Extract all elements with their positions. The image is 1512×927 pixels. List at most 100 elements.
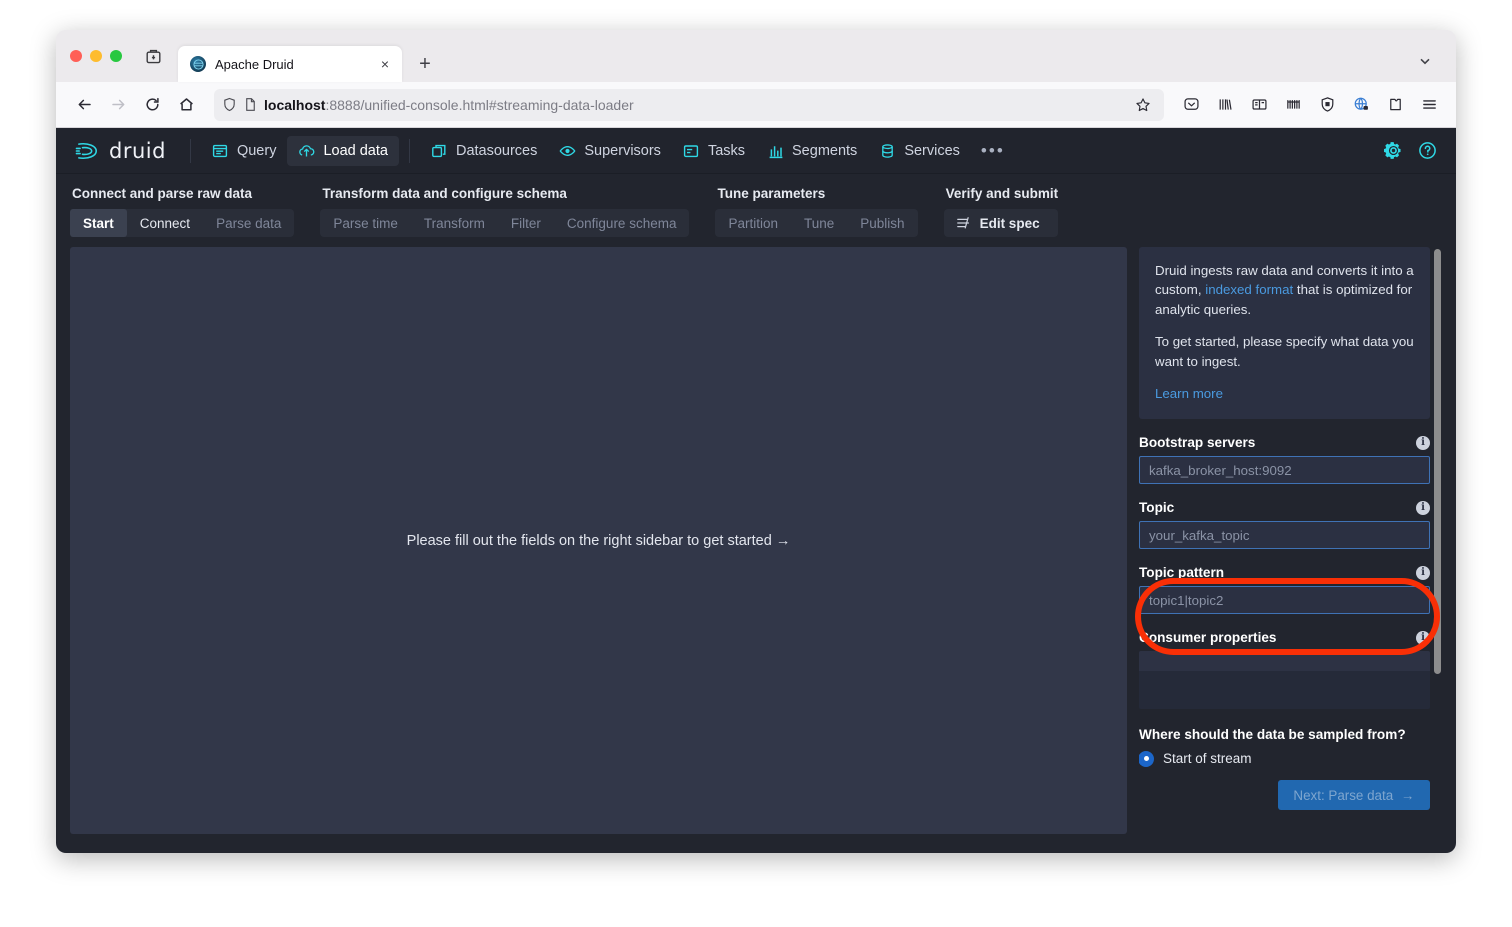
services-db-icon: [879, 142, 896, 159]
url-host: localhost: [264, 97, 325, 113]
step-group-title: Connect and parse raw data: [70, 186, 294, 201]
pocket-icon[interactable]: [1176, 90, 1206, 120]
sidebar-toggle-icon[interactable]: [136, 30, 170, 82]
maximize-window-button[interactable]: [110, 50, 122, 62]
ublock-shield-icon[interactable]: [1312, 90, 1342, 120]
page-icon: [243, 97, 258, 112]
field-label: Topic pattern i: [1139, 565, 1430, 580]
step-publish[interactable]: Publish: [847, 209, 917, 237]
indexed-format-link[interactable]: indexed format: [1205, 282, 1293, 297]
step-button-row: Start Connect Parse data: [70, 209, 294, 237]
chevron-down-icon[interactable]: [1410, 46, 1440, 76]
step-start[interactable]: Start: [70, 209, 127, 237]
step-filter[interactable]: Filter: [498, 209, 554, 237]
containers-icon[interactable]: [1278, 90, 1308, 120]
nav-more-button[interactable]: •••: [971, 136, 1015, 166]
step-parse-time[interactable]: Parse time: [320, 209, 411, 237]
browser-window: Apache Druid × +: [56, 30, 1456, 853]
edit-spec-button[interactable]: Edit spec: [944, 209, 1059, 237]
home-icon[interactable]: [170, 89, 202, 121]
extension-puzzle-icon[interactable]: [1380, 90, 1410, 120]
learn-more-link[interactable]: Learn more: [1155, 386, 1223, 401]
nav-item-segments[interactable]: Segments: [756, 136, 868, 166]
nav-label-services: Services: [904, 143, 960, 159]
nav-label-load-data: Load data: [323, 143, 388, 159]
extension-toolbar: [1176, 90, 1444, 120]
info-icon[interactable]: i: [1416, 501, 1430, 515]
nav-item-services[interactable]: Services: [868, 136, 971, 166]
step-connect[interactable]: Connect: [127, 209, 203, 237]
step-group-title: Verify and submit: [944, 186, 1059, 201]
field-topic-pattern: Topic pattern i topic1|topic2: [1139, 565, 1430, 614]
datasources-icon: [431, 142, 448, 159]
consumer-properties-editor[interactable]: [1139, 651, 1430, 709]
help-icon[interactable]: [1414, 138, 1440, 164]
bookmark-star-icon[interactable]: [1130, 92, 1156, 118]
next-button-label: Next: Parse data: [1293, 788, 1393, 803]
query-icon: [212, 142, 229, 159]
info-paragraph-1: Druid ingests raw data and converts it i…: [1155, 261, 1414, 319]
step-partition[interactable]: Partition: [715, 209, 791, 237]
nav-item-supervisors[interactable]: Supervisors: [548, 136, 672, 166]
nav-item-datasources[interactable]: Datasources: [420, 136, 548, 166]
field-label: Consumer properties i: [1139, 630, 1430, 645]
step-parse-data[interactable]: Parse data: [203, 209, 294, 237]
scrollbar-thumb[interactable]: [1434, 249, 1441, 674]
field-label: Topic i: [1139, 500, 1430, 515]
step-transform[interactable]: Transform: [411, 209, 498, 237]
radio-start-of-stream[interactable]: Start of stream: [1139, 751, 1430, 766]
info-paragraph-2: To get started, please specify what data…: [1155, 332, 1414, 371]
field-topic: Topic i your_kafka_topic: [1139, 500, 1430, 549]
bootstrap-servers-input[interactable]: kafka_broker_host:9092: [1139, 456, 1430, 484]
info-card: Druid ingests raw data and converts it i…: [1139, 247, 1430, 419]
sidebar-scrollbar[interactable]: [1433, 247, 1442, 834]
step-configure-schema[interactable]: Configure schema: [554, 209, 690, 237]
browser-tab[interactable]: Apache Druid ×: [178, 46, 402, 82]
nav-label-query: Query: [237, 143, 277, 159]
main-content-panel: Please fill out the fields on the right …: [70, 247, 1127, 834]
info-icon[interactable]: i: [1416, 436, 1430, 450]
info-icon[interactable]: i: [1416, 631, 1430, 645]
info-icon[interactable]: i: [1416, 566, 1430, 580]
wizard-step-bar: Connect and parse raw data Start Connect…: [56, 174, 1456, 247]
field-consumer-properties: Consumer properties i: [1139, 630, 1430, 709]
radio-selected-icon[interactable]: [1139, 752, 1153, 766]
shield-icon[interactable]: [222, 97, 237, 112]
header-divider: [190, 139, 191, 163]
supervisors-eye-icon: [559, 142, 576, 159]
minimize-window-button[interactable]: [90, 50, 102, 62]
close-tab-icon[interactable]: ×: [376, 55, 394, 73]
library-icon[interactable]: [1210, 90, 1240, 120]
privacy-badger-icon[interactable]: [1346, 90, 1376, 120]
hamburger-menu-icon[interactable]: [1414, 90, 1444, 120]
topic-pattern-label: Topic pattern: [1139, 565, 1224, 580]
right-sidebar: Druid ingests raw data and converts it i…: [1139, 247, 1442, 834]
radio-label: Start of stream: [1163, 751, 1252, 766]
topic-label: Topic: [1139, 500, 1174, 515]
reload-icon[interactable]: [136, 89, 168, 121]
nav-item-load-data[interactable]: Load data: [287, 136, 399, 166]
address-bar[interactable]: localhost:8888/unified-console.html#stre…: [214, 89, 1164, 121]
close-window-button[interactable]: [70, 50, 82, 62]
next-parse-data-button[interactable]: Next: Parse data →: [1278, 780, 1430, 810]
tab-title: Apache Druid: [215, 57, 367, 72]
topic-pattern-input[interactable]: topic1|topic2: [1139, 586, 1430, 614]
reader-view-icon[interactable]: [1244, 90, 1274, 120]
forward-arrow-icon[interactable]: [102, 89, 134, 121]
nav-item-query[interactable]: Query: [201, 136, 288, 166]
right-arrow-icon: →: [776, 533, 791, 549]
field-label: Bootstrap servers i: [1139, 435, 1430, 450]
back-arrow-icon[interactable]: [68, 89, 100, 121]
gear-icon[interactable]: [1380, 138, 1406, 164]
window-controls: [70, 30, 136, 82]
next-button-row: Next: Parse data →: [1139, 780, 1430, 810]
bootstrap-servers-label: Bootstrap servers: [1139, 435, 1255, 450]
consumer-properties-label: Consumer properties: [1139, 630, 1276, 645]
step-tune[interactable]: Tune: [791, 209, 847, 237]
placeholder-message-text: Please fill out the fields on the right …: [407, 533, 772, 549]
nav-item-tasks[interactable]: Tasks: [672, 136, 756, 166]
new-tab-button[interactable]: +: [410, 49, 440, 79]
loader-body: Please fill out the fields on the right …: [56, 247, 1456, 846]
druid-logo[interactable]: druid: [74, 139, 166, 163]
topic-input[interactable]: your_kafka_topic: [1139, 521, 1430, 549]
